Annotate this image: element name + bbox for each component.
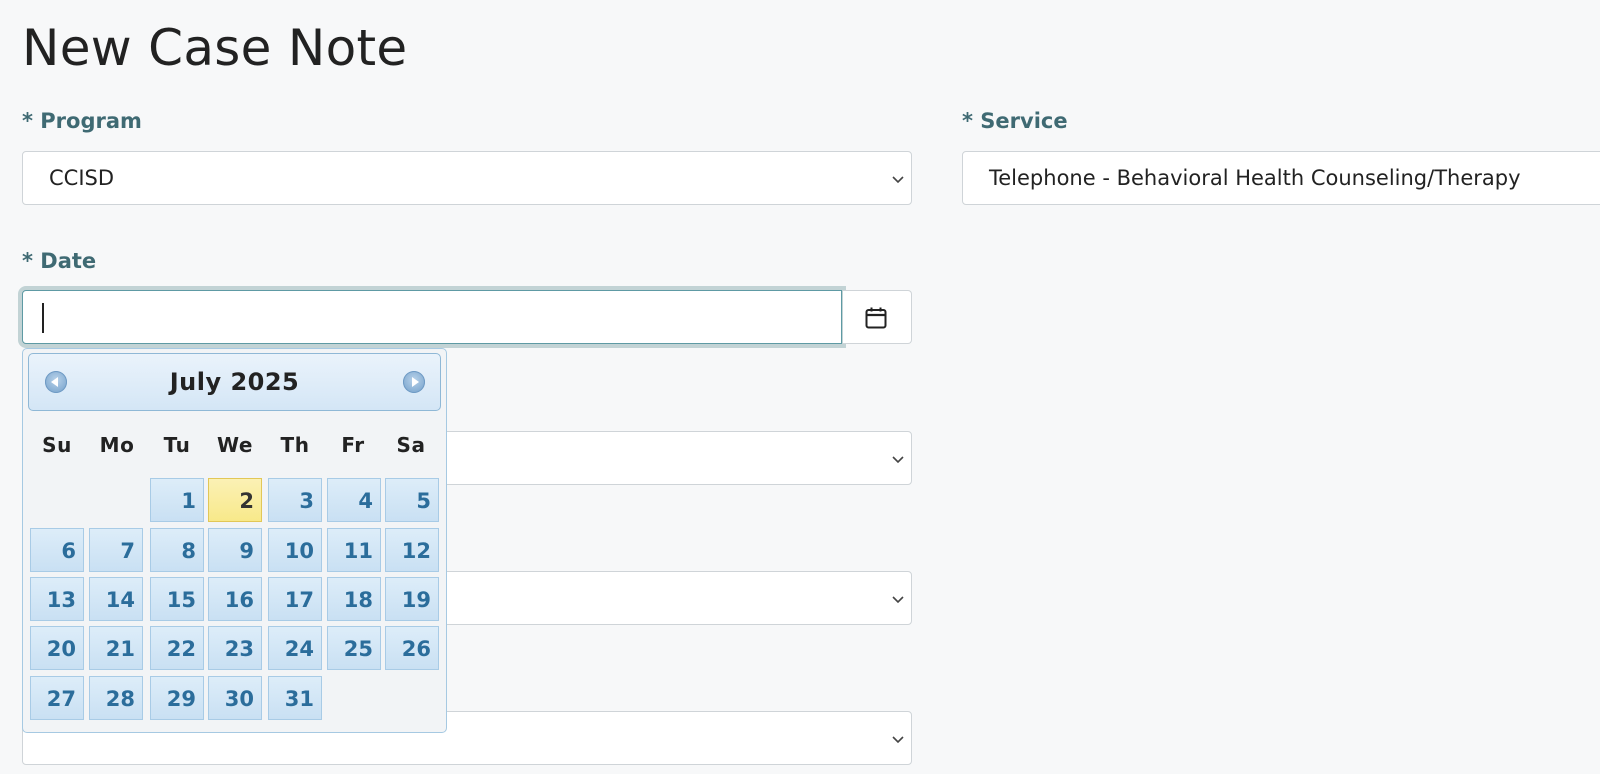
calendar-day[interactable]: 10 [268, 528, 322, 572]
calendar-day[interactable]: 23 [208, 626, 262, 670]
calendar-day[interactable]: 18 [327, 577, 381, 621]
calendar-day[interactable]: 4 [327, 478, 381, 522]
weekday-header: We [217, 433, 253, 457]
calendar-day[interactable]: 3 [268, 478, 322, 522]
weekday-header: Mo [99, 433, 135, 457]
calendar-day[interactable]: 26 [385, 626, 439, 670]
calendar-day[interactable]: 12 [385, 528, 439, 572]
service-select[interactable]: Telephone - Behavioral Health Counseling… [962, 151, 1600, 205]
calendar-day[interactable]: 21 [89, 626, 143, 670]
calendar-button[interactable] [843, 290, 912, 344]
calendar-day[interactable]: 25 [327, 626, 381, 670]
calendar-day[interactable]: 11 [327, 528, 381, 572]
program-label: * Program [22, 109, 142, 133]
chevron-down-icon [892, 736, 904, 744]
calendar-day[interactable]: 8 [150, 528, 204, 572]
weekday-header: Th [280, 433, 310, 457]
calendar-day[interactable]: 1 [150, 478, 204, 522]
calendar-day[interactable]: 5 [385, 478, 439, 522]
chevron-down-icon [892, 176, 904, 184]
weekday-header: Fr [341, 433, 365, 457]
datepicker-header: July 2025 [28, 353, 441, 411]
calendar-day[interactable]: 29 [150, 676, 204, 720]
calendar-day[interactable]: 27 [30, 676, 84, 720]
calendar-day[interactable]: 14 [89, 577, 143, 621]
weekday-header: Su [42, 433, 72, 457]
calendar-day[interactable]: 19 [385, 577, 439, 621]
next-month-icon[interactable] [403, 371, 425, 393]
calendar-day[interactable]: 28 [89, 676, 143, 720]
calendar-day[interactable]: 17 [268, 577, 322, 621]
calendar-day[interactable]: 15 [150, 577, 204, 621]
service-select-value: Telephone - Behavioral Health Counseling… [989, 166, 1521, 190]
date-label: * Date [22, 249, 97, 273]
calendar-day[interactable]: 22 [150, 626, 204, 670]
calendar-day[interactable]: 16 [208, 577, 262, 621]
weekday-header: Sa [396, 433, 426, 457]
service-label: * Service [962, 109, 1068, 133]
text-cursor [42, 303, 44, 333]
calendar-day[interactable]: 31 [268, 676, 322, 720]
chevron-down-icon [892, 596, 904, 604]
datepicker-month-year: July 2025 [169, 368, 300, 396]
calendar-day[interactable]: 6 [30, 528, 84, 572]
program-select[interactable]: CCISD [22, 151, 912, 205]
page-title: New Case Note [22, 19, 408, 77]
calendar-day[interactable]: 24 [268, 626, 322, 670]
calendar-day[interactable]: 30 [208, 676, 262, 720]
calendar-day[interactable]: 2 [208, 478, 262, 522]
datepicker: July 2025 Su Mo Tu We Th Fr Sa 1 2 3 4 5 6 7 8 9 10 11 12 1… [22, 348, 447, 733]
chevron-down-icon [892, 456, 904, 464]
calendar-day[interactable]: 9 [208, 528, 262, 572]
calendar-day[interactable]: 20 [30, 626, 84, 670]
calendar-day[interactable]: 13 [30, 577, 84, 621]
calendar-day[interactable]: 7 [89, 528, 143, 572]
weekday-header: Tu [163, 433, 191, 457]
program-select-value: CCISD [49, 166, 115, 190]
calendar-icon [865, 307, 887, 329]
date-input[interactable] [22, 290, 842, 344]
